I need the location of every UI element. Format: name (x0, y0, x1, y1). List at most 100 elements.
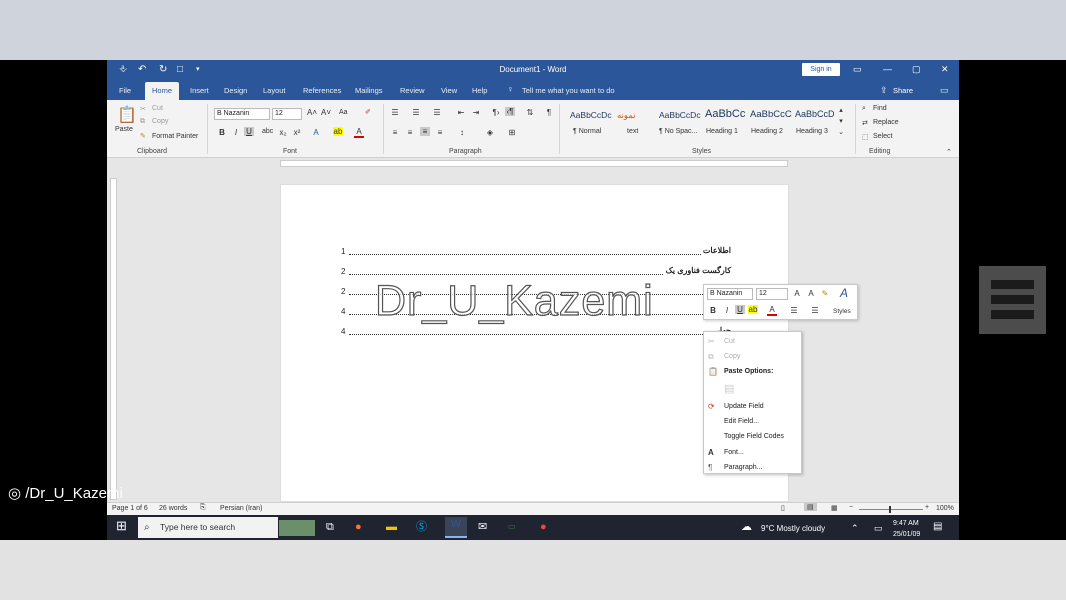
mini-styles-icon[interactable]: A (839, 286, 849, 300)
zoom-slider[interactable] (859, 509, 923, 510)
style-text-name[interactable]: text (627, 128, 638, 135)
read-mode-icon[interactable]: ▯ (781, 504, 785, 512)
replace-icon[interactable]: ⇄ (862, 119, 868, 127)
format-painter-icon[interactable]: ✎ (140, 132, 146, 140)
styles-more-icon[interactable]: ⌄ (836, 128, 846, 136)
replace-button[interactable]: Replace (873, 119, 899, 126)
show-marks-icon[interactable]: ¶ (544, 108, 554, 117)
tab-design[interactable]: Design (224, 86, 247, 95)
menu-update-field[interactable]: Update Field (724, 403, 764, 410)
style-nospacing-name[interactable]: ¶ No Spac... (659, 128, 697, 135)
language-indicator[interactable]: Persian (Iran) (220, 505, 262, 512)
shading-icon[interactable]: ◈ (485, 128, 495, 137)
menu-font[interactable]: Font... (724, 449, 744, 456)
tab-layout[interactable]: Layout (263, 86, 286, 95)
paste-icon[interactable]: 📋 (117, 105, 137, 125)
mini-font-name[interactable]: B Nazanin (707, 288, 753, 300)
strikethrough-icon[interactable]: abc (262, 128, 273, 135)
style-normal-name[interactable]: ¶ Normal (573, 128, 601, 135)
firefox-icon[interactable]: ● (355, 520, 362, 534)
zoom-level[interactable]: 100% (936, 505, 954, 512)
style-nospacing-preview[interactable]: AaBbCcDc (659, 110, 701, 120)
bullets-icon[interactable]: ☰ (390, 108, 400, 117)
app-icon[interactable]: ✉ (478, 520, 487, 534)
style-heading2-preview[interactable]: AaBbCcC (750, 109, 792, 120)
maximize-icon[interactable]: ▢ (912, 64, 921, 75)
collapse-ribbon-icon[interactable]: ⌃ (946, 148, 952, 156)
zoom-in-icon[interactable]: + (925, 504, 929, 511)
shrink-font-icon[interactable]: A˅ (321, 108, 331, 117)
rtl-icon[interactable]: ‹¶ (505, 107, 515, 116)
tell-me-search[interactable]: Tell me what you want to do (522, 86, 615, 95)
file-explorer-icon[interactable]: ▬ (386, 520, 397, 534)
notifications-icon[interactable]: ▤ (933, 520, 942, 534)
ltr-icon[interactable]: ¶› (491, 108, 501, 117)
tab-review[interactable]: Review (400, 86, 425, 95)
align-left-icon[interactable]: ≡ (390, 128, 400, 137)
sort-icon[interactable]: ⇅ (525, 108, 535, 117)
start-icon[interactable]: ⊞ (116, 519, 127, 533)
style-heading1-name[interactable]: Heading 1 (706, 128, 738, 135)
mini-italic-icon[interactable]: I (722, 306, 732, 315)
justify-icon[interactable]: ≡ (435, 128, 445, 137)
superscript-icon[interactable]: x² (292, 128, 302, 137)
styles-scroll-up-icon[interactable]: ▴ (836, 106, 846, 114)
menu-edit-field[interactable]: Edit Field... (724, 418, 759, 425)
tab-home[interactable]: Home (145, 82, 180, 100)
comments-icon[interactable]: ▭ (940, 85, 949, 96)
zoom-out-icon[interactable]: − (849, 504, 853, 511)
tab-file[interactable]: File (119, 86, 131, 95)
mini-bullets-icon[interactable]: ☰ (789, 306, 799, 315)
font-size-box[interactable]: 12 (272, 108, 302, 120)
proofing-icon[interactable]: ⎘ (200, 504, 206, 512)
highlight-icon[interactable]: ab (333, 127, 343, 136)
sign-in-button[interactable]: Sign in (802, 63, 840, 76)
italic-icon[interactable]: I (231, 128, 241, 137)
paste-keep-text-icon[interactable]: ▤ (724, 382, 734, 395)
find-icon[interactable]: ⌕ (862, 105, 866, 113)
tab-mailings[interactable]: Mailings (355, 86, 383, 95)
mini-font-color-icon[interactable]: A (767, 305, 777, 316)
mini-numbering-icon[interactable]: ☰ (810, 306, 820, 315)
tray-chevron-icon[interactable]: ⌃ (851, 521, 859, 535)
style-heading2-name[interactable]: Heading 2 (751, 128, 783, 135)
recorder-icon[interactable]: ● (540, 520, 547, 534)
word-taskbar-icon[interactable]: W (445, 517, 467, 538)
tab-references[interactable]: References (303, 86, 341, 95)
toc-entry[interactable]: 1 اطلاعات (341, 246, 731, 257)
network-icon[interactable]: ▭ (874, 521, 883, 535)
horizontal-ruler[interactable] (280, 160, 788, 167)
taskbar-search[interactable]: ⌕ Type here to search (138, 517, 278, 538)
share-button[interactable]: Share (893, 86, 913, 95)
mini-shrink-font-icon[interactable]: A (806, 289, 816, 298)
styles-scroll-down-icon[interactable]: ▾ (836, 117, 846, 125)
close-icon[interactable]: ✕ (941, 64, 949, 75)
web-layout-icon[interactable]: ▦ (831, 504, 838, 512)
cut-button[interactable]: Cut (152, 105, 163, 112)
text-effects-icon[interactable]: A (311, 128, 321, 137)
style-heading1-preview[interactable]: AaBbCc (705, 108, 745, 120)
weather-text[interactable]: 9°C Mostly cloudy (761, 522, 825, 536)
underline-icon[interactable]: U (244, 127, 254, 136)
select-icon[interactable]: ⬚ (862, 133, 869, 141)
multilevel-list-icon[interactable]: ☰ (432, 108, 442, 117)
mini-highlight-icon[interactable]: ab (748, 305, 758, 314)
increase-indent-icon[interactable]: ⇥ (471, 108, 481, 117)
change-case-button[interactable]: Aa (339, 109, 348, 116)
align-right-icon[interactable]: ≡ (420, 127, 430, 136)
line-spacing-icon[interactable]: ↕ (457, 128, 467, 137)
minimize-icon[interactable]: — (883, 64, 892, 74)
skype-icon[interactable]: Ⓢ (416, 520, 427, 534)
word-count[interactable]: 26 words (159, 505, 187, 512)
task-view-icon[interactable]: ⧉ (326, 520, 334, 534)
style-text-preview[interactable]: نمونه (617, 110, 636, 121)
vertical-ruler[interactable] (110, 178, 117, 500)
bold-icon[interactable]: B (217, 128, 227, 137)
mini-underline-icon[interactable]: U (735, 305, 745, 314)
style-heading3-preview[interactable]: AaBbCcD (795, 109, 835, 119)
decrease-indent-icon[interactable]: ⇤ (456, 108, 466, 117)
print-layout-icon[interactable]: ▤ (804, 503, 817, 511)
font-name-box[interactable]: B Nazanin (214, 108, 270, 120)
app-icon-2[interactable]: ▭ (508, 520, 516, 534)
font-color-icon[interactable]: A (354, 127, 364, 138)
